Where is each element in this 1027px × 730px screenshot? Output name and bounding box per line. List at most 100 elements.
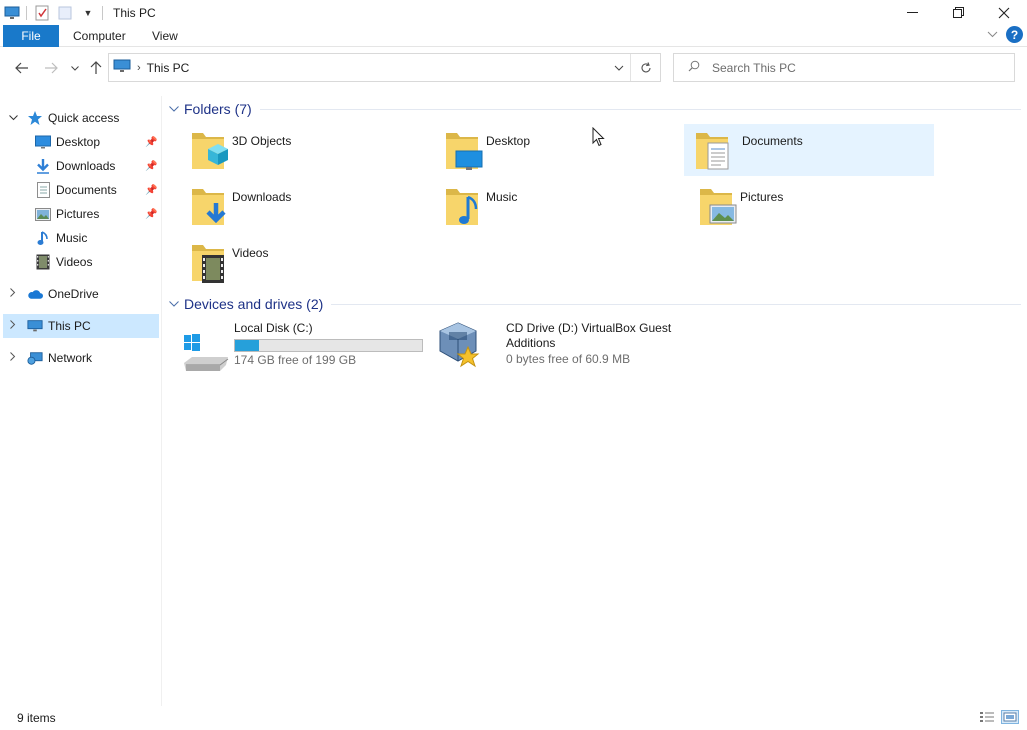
recent-locations-chevron-icon[interactable] <box>65 58 85 78</box>
network-icon <box>27 350 43 366</box>
this-pc-icon <box>113 59 131 76</box>
this-pc-icon[interactable] <box>3 4 21 22</box>
restore-button[interactable] <box>935 0 981 25</box>
properties-icon[interactable] <box>33 4 51 22</box>
downloads-folder-icon <box>192 189 226 225</box>
nav-item-documents[interactable]: Documents 📌 <box>3 178 159 202</box>
drive-usage-bar <box>234 339 423 352</box>
close-button[interactable] <box>981 0 1027 25</box>
folder-tile-desktop[interactable]: Desktop <box>438 124 688 176</box>
folders-group-header[interactable]: Folders (7) <box>169 99 1021 119</box>
drive-tile-local-disk-c[interactable]: Local Disk (C:) 174 GB free of 199 GB <box>164 321 426 377</box>
nav-label: Quick access <box>48 111 120 125</box>
tab-view[interactable]: View <box>152 25 178 47</box>
pin-icon[interactable]: 📌 <box>145 137 157 148</box>
group-divider <box>259 108 1021 110</box>
expanded-chevron-icon[interactable] <box>7 113 19 124</box>
videos-icon <box>35 254 51 270</box>
group-divider <box>331 303 1021 305</box>
virtualbox-cd-icon <box>439 322 480 368</box>
address-bar[interactable]: › This PC <box>108 53 661 82</box>
downloads-icon <box>35 158 51 174</box>
toolbar-separator <box>26 5 27 20</box>
customize-toolbar-chevron-icon[interactable]: ▼ <box>79 4 97 22</box>
expand-ribbon-chevron-icon[interactable] <box>987 29 998 41</box>
nav-quick-access[interactable]: Quick access <box>3 106 159 130</box>
nav-item-desktop[interactable]: Desktop 📌 <box>3 130 159 154</box>
nav-item-videos[interactable]: Videos <box>3 250 159 274</box>
group-title: Devices and drives (2) <box>184 296 324 312</box>
nav-item-downloads[interactable]: Downloads 📌 <box>3 154 159 178</box>
music-folder-icon <box>446 189 478 225</box>
ribbon-tabs: File Computer View ? <box>0 25 1027 47</box>
help-icon[interactable]: ? <box>1006 26 1023 43</box>
folder-label: Videos <box>232 246 269 260</box>
search-input[interactable] <box>712 60 992 75</box>
devices-group-header[interactable]: Devices and drives (2) <box>169 294 1021 314</box>
quick-access-toolbar: ▼ <box>0 0 109 25</box>
documents-folder-icon <box>696 133 729 170</box>
pin-icon[interactable]: 📌 <box>145 185 157 196</box>
nav-label: Music <box>56 231 88 245</box>
group-collapse-chevron-icon[interactable] <box>169 104 181 115</box>
this-pc-icon <box>27 318 43 334</box>
collapsed-chevron-icon[interactable] <box>7 320 19 332</box>
refresh-button[interactable] <box>630 54 660 81</box>
drive-name: Local Disk (C:) <box>234 321 313 335</box>
star-icon <box>27 110 43 126</box>
folder-label: Pictures <box>740 190 784 204</box>
back-button[interactable] <box>12 58 32 78</box>
desktop-folder-icon <box>446 133 483 170</box>
collapsed-chevron-icon[interactable] <box>7 288 19 300</box>
drive-free-space: 0 bytes free of 60.9 MB <box>506 352 631 366</box>
nav-item-pictures[interactable]: Pictures 📌 <box>3 202 159 226</box>
search-icon <box>688 60 700 75</box>
folder-tile-3d-objects[interactable]: 3D Objects <box>184 124 434 176</box>
mouse-cursor-icon <box>592 127 605 147</box>
folder-tile-music[interactable]: Music <box>438 180 688 232</box>
nav-label: OneDrive <box>48 287 99 301</box>
address-row: › This PC <box>0 48 1027 88</box>
videos-folder-icon <box>192 245 224 283</box>
view-switcher <box>973 710 1019 724</box>
nav-item-music[interactable]: Music <box>3 226 159 250</box>
folder-tile-downloads[interactable]: Downloads <box>184 180 434 232</box>
forward-button[interactable] <box>41 58 61 78</box>
pictures-folder-icon <box>700 189 737 225</box>
item-count: 9 items <box>17 711 56 725</box>
details-view-icon[interactable] <box>978 710 996 724</box>
group-title: Folders (7) <box>184 101 252 117</box>
nav-label: Network <box>48 351 93 365</box>
folder-label: Downloads <box>232 190 292 204</box>
search-box[interactable] <box>673 53 1015 82</box>
content-area: Folders (7) 3D Objects Desktop Documents… <box>163 96 1027 706</box>
pin-icon[interactable]: 📌 <box>145 209 157 220</box>
minimize-button[interactable] <box>889 0 935 25</box>
window-controls <box>889 0 1027 25</box>
nav-item-network[interactable]: Network <box>3 346 159 370</box>
collapsed-chevron-icon[interactable] <box>7 352 19 364</box>
large-icons-view-icon[interactable] <box>1001 710 1019 724</box>
folder-label: 3D Objects <box>232 134 292 148</box>
nav-item-this-pc[interactable]: This PC <box>3 314 159 338</box>
folder-tile-pictures[interactable]: Pictures <box>692 180 942 232</box>
music-icon <box>35 230 51 246</box>
breadcrumb-this-pc[interactable]: This PC <box>147 61 190 75</box>
nav-label: Documents <box>56 183 117 197</box>
group-collapse-chevron-icon[interactable] <box>169 299 181 310</box>
pin-icon[interactable]: 📌 <box>145 161 157 172</box>
drive-tile-cd-d[interactable]: CD Drive (D:) VirtualBox Guest Additions… <box>436 321 676 377</box>
folder-tile-videos[interactable]: Videos <box>184 236 434 288</box>
title-bar: ▼ This PC <box>0 0 1027 25</box>
tab-file[interactable]: File <box>3 25 59 47</box>
address-dropdown-chevron-icon[interactable] <box>614 60 624 74</box>
breadcrumb-chevron-icon[interactable]: › <box>137 62 141 74</box>
tab-computer[interactable]: Computer <box>73 25 126 47</box>
up-button[interactable] <box>86 58 106 78</box>
onedrive-cloud-icon <box>27 286 43 302</box>
folder-tile-documents[interactable]: Documents <box>684 124 934 176</box>
new-folder-icon[interactable] <box>56 4 74 22</box>
navigation-pane: Quick access Desktop 📌 Downloads 📌 Docum… <box>3 96 162 706</box>
nav-item-onedrive[interactable]: OneDrive <box>3 282 159 306</box>
3d-objects-folder-icon <box>192 133 228 169</box>
